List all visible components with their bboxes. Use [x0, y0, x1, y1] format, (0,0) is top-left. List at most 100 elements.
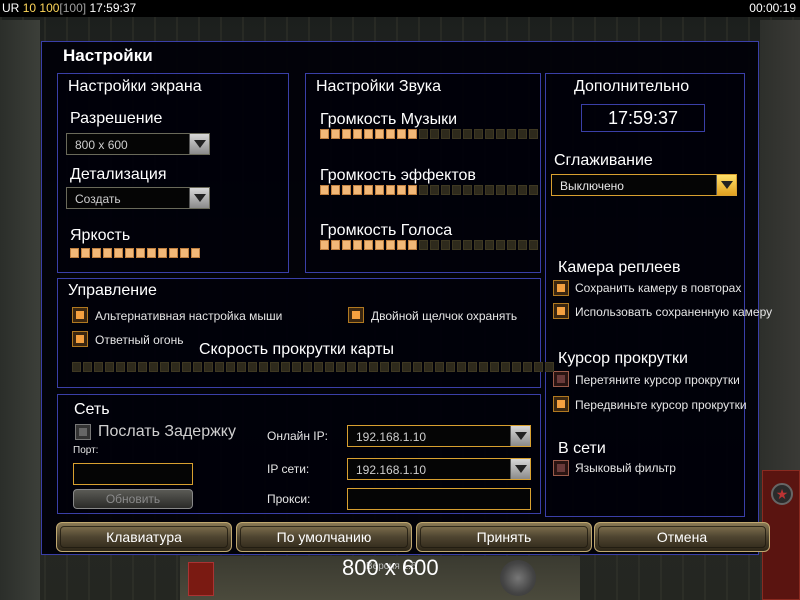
slider-segment[interactable]	[226, 362, 235, 372]
brightness-slider[interactable]	[70, 248, 200, 258]
slider-segment[interactable]	[507, 240, 516, 250]
slider-segment[interactable]	[402, 362, 411, 372]
slider-segment[interactable]	[413, 362, 422, 372]
slider-segment[interactable]	[452, 129, 461, 139]
music-volume-slider[interactable]	[320, 129, 538, 139]
slider-segment[interactable]	[441, 185, 450, 195]
scroll-speed-slider[interactable]	[72, 362, 554, 372]
slider-segment[interactable]	[419, 129, 428, 139]
proxy-input[interactable]	[347, 488, 531, 510]
slider-segment[interactable]	[331, 185, 340, 195]
slider-segment[interactable]	[490, 362, 499, 372]
detail-dropdown[interactable]: Создать	[66, 187, 210, 209]
chevron-down-icon[interactable]	[510, 459, 530, 479]
slider-segment[interactable]	[391, 362, 400, 372]
slider-segment[interactable]	[171, 362, 180, 372]
slider-segment[interactable]	[419, 185, 428, 195]
slider-segment[interactable]	[81, 248, 90, 258]
slider-segment[interactable]	[70, 248, 79, 258]
slider-segment[interactable]	[518, 185, 527, 195]
slider-segment[interactable]	[529, 185, 538, 195]
slider-segment[interactable]	[397, 129, 406, 139]
slider-segment[interactable]	[485, 185, 494, 195]
slider-segment[interactable]	[158, 248, 167, 258]
slider-segment[interactable]	[342, 129, 351, 139]
slider-segment[interactable]	[375, 240, 384, 250]
double-click-guard-checkbox[interactable]	[348, 307, 364, 323]
slider-segment[interactable]	[496, 185, 505, 195]
slider-segment[interactable]	[94, 362, 103, 372]
slider-segment[interactable]	[320, 185, 329, 195]
use-saved-camera-checkbox[interactable]	[553, 303, 569, 319]
slider-segment[interactable]	[160, 362, 169, 372]
slider-segment[interactable]	[353, 185, 362, 195]
slider-segment[interactable]	[479, 362, 488, 372]
slider-segment[interactable]	[485, 129, 494, 139]
alt-mouse-checkbox[interactable]	[72, 307, 88, 323]
slider-segment[interactable]	[342, 185, 351, 195]
slider-segment[interactable]	[545, 362, 554, 372]
slider-segment[interactable]	[430, 240, 439, 250]
antialias-dropdown[interactable]: Выключено	[551, 174, 737, 196]
slider-segment[interactable]	[169, 248, 178, 258]
slider-segment[interactable]	[270, 362, 279, 372]
slider-segment[interactable]	[430, 129, 439, 139]
slider-segment[interactable]	[193, 362, 202, 372]
slider-segment[interactable]	[496, 240, 505, 250]
slider-segment[interactable]	[501, 362, 510, 372]
slider-segment[interactable]	[347, 362, 356, 372]
slider-segment[interactable]	[452, 240, 461, 250]
voice-volume-slider[interactable]	[320, 240, 538, 250]
slider-segment[interactable]	[534, 362, 543, 372]
slider-segment[interactable]	[180, 248, 189, 258]
slider-segment[interactable]	[336, 362, 345, 372]
slider-segment[interactable]	[386, 240, 395, 250]
resolution-dropdown[interactable]: 800 x 600	[66, 133, 210, 155]
slider-segment[interactable]	[248, 362, 257, 372]
slider-segment[interactable]	[408, 185, 417, 195]
slider-segment[interactable]	[386, 185, 395, 195]
slider-segment[interactable]	[485, 240, 494, 250]
online-ip-dropdown[interactable]: 192.168.1.10	[347, 425, 531, 447]
slider-segment[interactable]	[375, 129, 384, 139]
slider-segment[interactable]	[518, 129, 527, 139]
slider-segment[interactable]	[408, 240, 417, 250]
slider-segment[interactable]	[463, 185, 472, 195]
slider-segment[interactable]	[375, 185, 384, 195]
slider-segment[interactable]	[325, 362, 334, 372]
slider-segment[interactable]	[369, 362, 378, 372]
slider-segment[interactable]	[441, 129, 450, 139]
slider-segment[interactable]	[182, 362, 191, 372]
slider-segment[interactable]	[353, 240, 362, 250]
slider-segment[interactable]	[83, 362, 92, 372]
slider-segment[interactable]	[358, 362, 367, 372]
slider-segment[interactable]	[430, 185, 439, 195]
slider-segment[interactable]	[342, 240, 351, 250]
slider-segment[interactable]	[331, 129, 340, 139]
chevron-down-icon[interactable]	[189, 188, 209, 208]
move-cursor-checkbox[interactable]	[553, 396, 569, 412]
slider-segment[interactable]	[446, 362, 455, 372]
slider-segment[interactable]	[303, 362, 312, 372]
slider-segment[interactable]	[136, 248, 145, 258]
slider-segment[interactable]	[292, 362, 301, 372]
defaults-button[interactable]: По умолчанию	[236, 522, 412, 552]
slider-segment[interactable]	[424, 362, 433, 372]
slider-segment[interactable]	[364, 129, 373, 139]
effects-volume-slider[interactable]	[320, 185, 538, 195]
slider-segment[interactable]	[127, 362, 136, 372]
slider-segment[interactable]	[103, 248, 112, 258]
slider-segment[interactable]	[435, 362, 444, 372]
slider-segment[interactable]	[138, 362, 147, 372]
slider-segment[interactable]	[441, 240, 450, 250]
slider-segment[interactable]	[259, 362, 268, 372]
lan-ip-dropdown[interactable]: 192.168.1.10	[347, 458, 531, 480]
send-delay-checkbox[interactable]	[75, 424, 91, 440]
slider-segment[interactable]	[105, 362, 114, 372]
slider-segment[interactable]	[281, 362, 290, 372]
slider-segment[interactable]	[474, 129, 483, 139]
slider-segment[interactable]	[512, 362, 521, 372]
slider-segment[interactable]	[408, 129, 417, 139]
slider-segment[interactable]	[474, 240, 483, 250]
slider-segment[interactable]	[215, 362, 224, 372]
